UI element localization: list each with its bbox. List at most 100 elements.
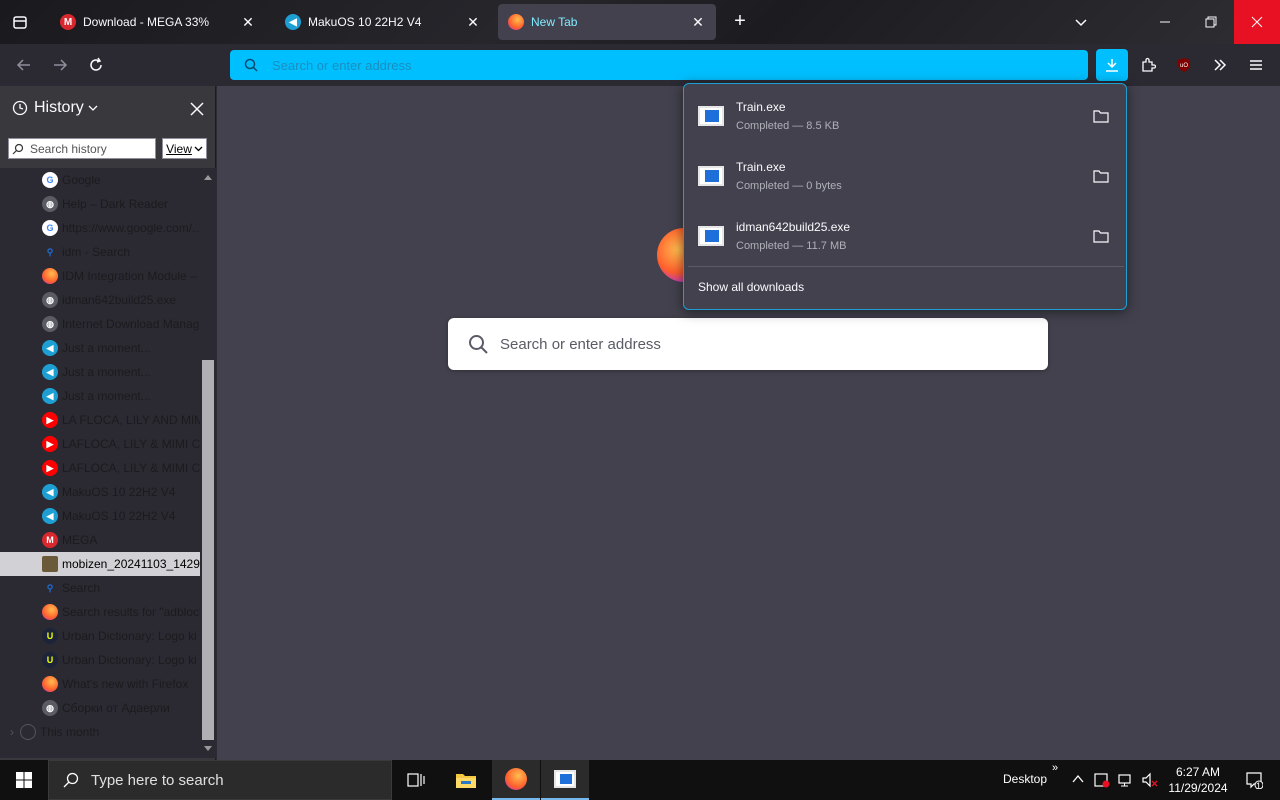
show-hidden-icons-button[interactable] xyxy=(1072,772,1084,788)
network-icon[interactable] xyxy=(1118,772,1134,791)
close-sidebar-button[interactable] xyxy=(188,100,206,118)
close-tab-icon[interactable]: ✕ xyxy=(690,14,706,30)
tab-makuos[interactable]: ◀ MakuOS 10 22H2 V4 ✕ xyxy=(275,4,491,40)
history-item[interactable]: U Urban Dictionary: Logo ki xyxy=(0,648,200,672)
windows-taskbar: Type here to search Desktop » 6:27 AM 11… xyxy=(0,760,1280,800)
minimize-button[interactable] xyxy=(1142,0,1188,44)
tab-mega[interactable]: M Download - MEGA 33% ✕ xyxy=(50,4,266,40)
reload-button[interactable] xyxy=(84,53,108,77)
history-item[interactable]: ▶ LAFLOCA, LILY & MIMI C... xyxy=(0,456,200,480)
app-menu-button[interactable] xyxy=(1244,53,1268,77)
start-button[interactable] xyxy=(0,760,48,800)
task-view-icon xyxy=(407,773,425,787)
sidebar-switcher[interactable]: History xyxy=(12,99,98,117)
history-item[interactable]: Search results for "adblock xyxy=(0,600,200,624)
forward-button[interactable] xyxy=(48,53,72,77)
new-tab-search-box[interactable]: Search or enter address xyxy=(448,318,1048,370)
extensions-button[interactable] xyxy=(1136,53,1160,77)
downloads-button[interactable] xyxy=(1096,49,1128,81)
view-label: View xyxy=(166,141,192,156)
idm-tray-icon[interactable] xyxy=(1094,772,1110,791)
history-item[interactable]: ◀ MakuOS 10 22H2 V4 xyxy=(0,504,200,528)
history-item-label: Google xyxy=(62,173,101,187)
history-item-label: What's new with Firefox xyxy=(62,677,189,691)
download-item[interactable]: Train.exe Completed — 0 bytes xyxy=(684,147,1126,205)
close-tab-icon[interactable]: ✕ xyxy=(240,14,256,30)
system-clock[interactable]: 6:27 AM 11/29/2024 xyxy=(1160,764,1236,796)
clock-date: 11/29/2024 xyxy=(1168,781,1228,795)
globe-icon: ◍ xyxy=(42,316,58,332)
history-item[interactable]: G Google xyxy=(0,168,200,192)
installer-taskbar-button[interactable] xyxy=(541,760,589,800)
history-item[interactable]: ◀ MakuOS 10 22H2 V4 xyxy=(0,480,200,504)
back-button[interactable] xyxy=(12,53,36,77)
history-item[interactable]: ◍ Сборки от Адаерли xyxy=(0,696,200,720)
history-item[interactable]: Ghttps://www.google.com/... xyxy=(0,216,200,240)
task-view-button[interactable] xyxy=(392,760,440,800)
globe-icon: ◍ xyxy=(42,196,58,212)
history-scrollbar-thumb[interactable] xyxy=(202,360,214,740)
show-in-folder-button[interactable] xyxy=(1092,167,1110,185)
show-in-folder-button[interactable] xyxy=(1092,227,1110,245)
history-item[interactable]: ◍ Internet Download Manag xyxy=(0,312,200,336)
scroll-down-icon[interactable] xyxy=(204,746,212,752)
list-all-tabs-button[interactable] xyxy=(1058,0,1104,44)
desktop-toolbar-label[interactable]: Desktop xyxy=(1003,772,1047,786)
download-status: Completed — 0 bytes xyxy=(736,180,842,192)
back-arrow-icon xyxy=(16,59,30,71)
history-item[interactable]: IDM Integration Module – xyxy=(0,264,200,288)
history-item[interactable]: ⚲ idm - Search xyxy=(0,240,200,264)
history-item[interactable]: ▶ LA FLOCA, LILY AND MIMI xyxy=(0,408,200,432)
history-item[interactable]: ◍ Help – Dark Reader xyxy=(0,192,200,216)
show-all-downloads-button[interactable]: Show all downloads xyxy=(698,280,804,294)
download-item[interactable]: Train.exe Completed — 8.5 KB xyxy=(684,87,1126,145)
scroll-up-icon[interactable] xyxy=(204,174,212,180)
history-item[interactable]: ▶ LAFLOCA, LILY & MIMI C... xyxy=(0,432,200,456)
close-icon xyxy=(190,102,204,116)
search-icon: ⚲ xyxy=(46,246,54,257)
history-item[interactable]: M MEGA xyxy=(0,528,200,552)
history-item-label: MEGA xyxy=(62,533,98,547)
tab-new-tab[interactable]: New Tab ✕ xyxy=(498,4,716,40)
close-window-button[interactable] xyxy=(1234,0,1280,44)
toolbar-overflow-icon[interactable]: » xyxy=(1052,762,1058,774)
downloads-divider xyxy=(688,266,1124,267)
exe-file-icon xyxy=(698,226,724,246)
history-item-label: idm - Search xyxy=(62,245,131,259)
volume-muted-icon[interactable] xyxy=(1142,772,1158,791)
firefox-view-button[interactable] xyxy=(0,0,40,44)
taskbar-search-box[interactable]: Type here to search xyxy=(48,760,392,800)
history-item-label: LAFLOCA, LILY & MIMI C... xyxy=(62,437,200,451)
show-in-folder-button[interactable] xyxy=(1092,107,1110,125)
history-item[interactable]: ◀ Just a moment... xyxy=(0,360,200,384)
new-tab-button[interactable]: + xyxy=(728,10,752,34)
history-item[interactable]: mobizen_20241103_142917 xyxy=(0,552,200,576)
overflow-menu-button[interactable] xyxy=(1208,53,1232,77)
firefox-taskbar-button[interactable] xyxy=(492,760,540,800)
history-item-label: Сборки от Адаерли xyxy=(62,701,170,715)
history-item[interactable]: U Urban Dictionary: Logo ki xyxy=(0,624,200,648)
history-item-label: Urban Dictionary: Logo ki xyxy=(62,653,197,667)
history-item[interactable]: ◍ idman642build25.exe xyxy=(0,288,200,312)
history-group-this-month[interactable]: › This month xyxy=(0,720,200,744)
image-icon xyxy=(42,556,58,572)
view-dropdown[interactable]: View xyxy=(162,138,207,159)
file-explorer-button[interactable] xyxy=(442,760,490,800)
download-item[interactable]: idman642build25.exe Completed — 11.7 MB xyxy=(684,207,1126,265)
history-item[interactable]: What's new with Firefox xyxy=(0,672,200,696)
youtube-icon: ▶ xyxy=(42,412,58,428)
close-tab-icon[interactable]: ✕ xyxy=(465,14,481,30)
notification-center-button[interactable]: 1 xyxy=(1236,760,1272,800)
history-search-input[interactable]: Search history xyxy=(8,138,156,159)
downloads-panel: Train.exe Completed — 8.5 KB Train.exe C… xyxy=(683,83,1127,310)
address-bar[interactable]: Search or enter address xyxy=(230,50,1088,80)
sidebar-title: History xyxy=(34,99,84,116)
ublock-origin-button[interactable]: uO xyxy=(1172,53,1196,77)
makuos-icon: ◀ xyxy=(42,340,58,356)
restore-button[interactable] xyxy=(1188,0,1234,44)
history-item[interactable]: ⚲ Search xyxy=(0,576,200,600)
firefox-view-icon xyxy=(13,16,27,29)
history-item[interactable]: ◀ Just a moment... xyxy=(0,384,200,408)
idm-tray-icon-glyph xyxy=(1094,773,1110,788)
history-item[interactable]: ◀ Just a moment... xyxy=(0,336,200,360)
